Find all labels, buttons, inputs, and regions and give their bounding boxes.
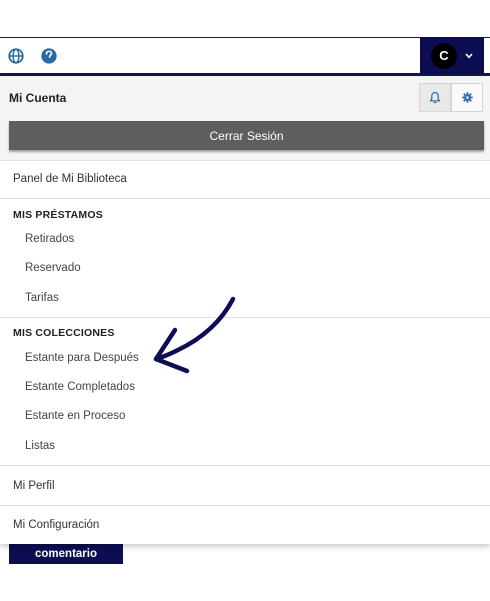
panel-title: Mi Cuenta [9, 91, 67, 105]
avatar: C [431, 42, 457, 69]
menu-item-checked-out[interactable]: Retirados [25, 233, 74, 245]
account-menu-button[interactable]: C [420, 37, 484, 74]
settings-button[interactable] [451, 83, 483, 112]
divider [0, 505, 490, 506]
menu-item-settings[interactable]: Mi Configuración [13, 519, 99, 531]
menu-item-dashboard[interactable]: Panel de Mi Biblioteca [13, 173, 127, 185]
menu-item-holds[interactable]: Reservado [25, 262, 81, 274]
menu-item-profile[interactable]: Mi Perfil [13, 480, 55, 492]
comment-button[interactable]: comentario [9, 544, 123, 564]
divider [0, 317, 490, 318]
divider [0, 465, 490, 466]
divider [0, 198, 490, 199]
panel-header: Mi Cuenta Cerrar Sesión [0, 77, 490, 161]
gear-icon [461, 92, 473, 103]
chevron-down-icon [465, 52, 473, 58]
section-heading-loans: MIS PRÉSTAMOS [13, 209, 103, 221]
top-header: C [0, 37, 490, 76]
globe-icon[interactable] [7, 47, 25, 65]
account-dropdown-panel: Mi Cuenta Cerrar Sesión Panel de Mi Bibl… [0, 77, 490, 544]
notifications-button[interactable] [419, 83, 451, 112]
section-heading-collections: MIS COLECCIONES [13, 327, 115, 339]
menu-item-shelf-in-progress[interactable]: Estante en Proceso [25, 410, 125, 422]
bell-icon [429, 91, 441, 104]
logout-button[interactable]: Cerrar Sesión [9, 121, 484, 150]
menu-item-fees[interactable]: Tarifas [25, 292, 59, 304]
menu-item-shelf-completed[interactable]: Estante Completados [25, 381, 135, 393]
question-circle-icon[interactable] [40, 47, 58, 65]
menu-item-lists[interactable]: Listas [25, 440, 55, 452]
menu-item-shelf-later[interactable]: Estante para Después [25, 352, 139, 364]
